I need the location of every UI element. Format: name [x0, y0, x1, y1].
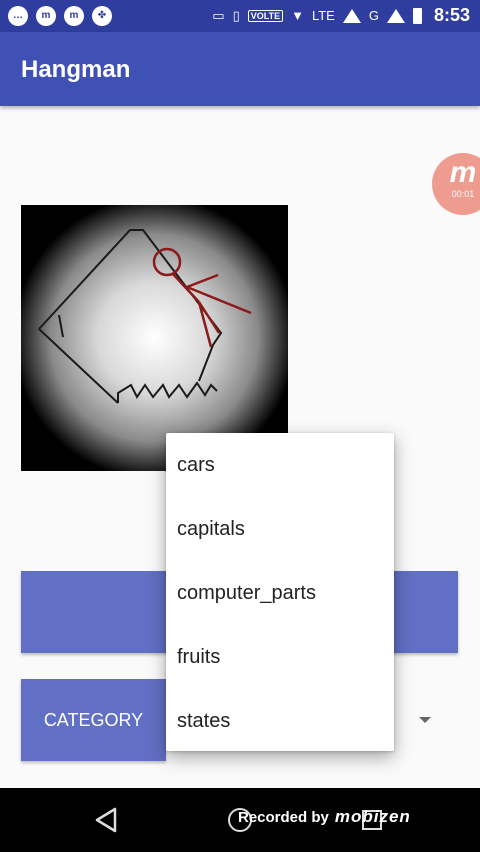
- app-bar: Hangman: [0, 32, 480, 106]
- category-dropdown[interactable]: cars capitals computer_parts fruits stat…: [166, 433, 394, 751]
- notification-icons: … m m ✤: [8, 6, 112, 26]
- signal-icon-2: [386, 8, 405, 23]
- wifi-icon: ▼: [291, 8, 304, 23]
- recorded-by-text: Recorded by: [238, 809, 329, 826]
- dropdown-item-cars[interactable]: cars: [166, 433, 394, 497]
- mobizen-brand: mobizen: [334, 807, 411, 826]
- dropdown-item-states[interactable]: states: [166, 689, 394, 753]
- mobizen-icon: m: [36, 6, 56, 26]
- battery-icon: [412, 7, 422, 24]
- dropdown-item-fruits[interactable]: fruits: [166, 625, 394, 689]
- mobizen-icon-2: m: [64, 6, 84, 26]
- dropdown-item-computer-parts[interactable]: computer_parts: [166, 561, 394, 625]
- status-right: ▭ ▯ VOLTE ▼ LTE G 8:53: [212, 5, 470, 26]
- hangman-image: [21, 205, 288, 471]
- status-bar: … m m ✤ ▭ ▯ VOLTE ▼ LTE G 8:53: [0, 0, 480, 32]
- back-icon[interactable]: [94, 807, 118, 833]
- recording-time: 00:01: [451, 189, 475, 199]
- app-title: Hangman: [21, 56, 131, 83]
- chat-icon: …: [8, 6, 28, 26]
- recording-badge[interactable]: m 00:01: [432, 153, 480, 215]
- cast-icon: ▭: [212, 7, 225, 23]
- recording-logo: m: [449, 156, 477, 189]
- signal-icon: [342, 8, 361, 23]
- category-button[interactable]: CATEGORY: [21, 679, 166, 761]
- volte-badge: VOLTE: [247, 9, 284, 22]
- vibrate-icon: ▯: [232, 7, 240, 23]
- lte-label: LTE: [311, 8, 335, 23]
- g-label: G: [368, 8, 379, 23]
- clock: 8:53: [433, 5, 470, 25]
- nav-bar: Recorded by mobizen: [0, 788, 480, 852]
- dropdown-item-capitals[interactable]: capitals: [166, 497, 394, 561]
- dropdown-arrow-icon[interactable]: [419, 717, 431, 723]
- pinwheel-icon: ✤: [92, 6, 112, 26]
- hangman-drawing: [38, 229, 252, 404]
- recording-watermark: Recorded by mobizen: [238, 807, 411, 827]
